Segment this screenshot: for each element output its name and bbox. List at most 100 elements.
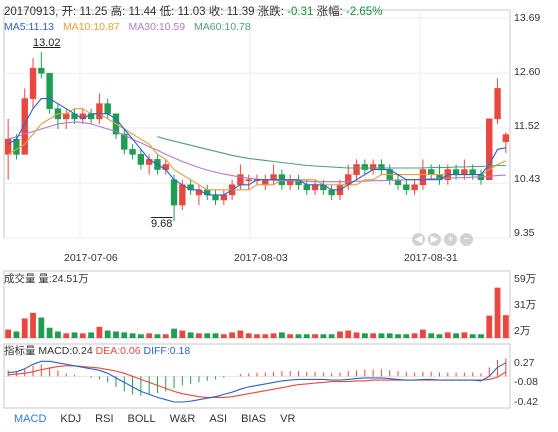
candle-body <box>220 194 228 201</box>
candle-body <box>38 67 45 74</box>
zoom-controls: ◀ ▶ + − <box>412 233 473 246</box>
volume-bar <box>461 332 468 338</box>
price-axis-label: 10.43 <box>514 173 541 185</box>
tab-macd[interactable]: MACD <box>14 413 46 425</box>
dea-value: DEA:0.06 <box>95 345 141 357</box>
candle-body <box>452 169 460 175</box>
volume-bar <box>502 315 509 338</box>
volume-bar <box>254 334 260 338</box>
quote-info-bar: 20170913, 开: 11.25 高: 11.44 低: 11.03 收: … <box>4 6 383 18</box>
candle-body <box>361 164 369 170</box>
candle-body <box>311 184 319 191</box>
tab-wr[interactable]: W&R <box>170 413 196 425</box>
stock-chart-app: 20170913, 开: 11.25 高: 11.44 低: 11.03 收: … <box>0 0 558 432</box>
candle-body <box>419 169 427 186</box>
candle-body <box>494 88 501 120</box>
volume-axis-label: 59万 <box>514 273 537 285</box>
candle-body <box>411 184 418 191</box>
tab-asi[interactable]: ASI <box>209 413 227 425</box>
candle-body <box>262 179 269 186</box>
ma5-legend: MA5:11.13 <box>4 21 55 33</box>
ma60-legend: MA60:10.78 <box>194 21 251 33</box>
volume-bar <box>204 333 211 338</box>
candle-body <box>403 184 410 191</box>
ma30-legend: MA30:10.59 <box>128 21 186 33</box>
tab-vr[interactable]: VR <box>280 413 295 425</box>
diff-value: DIFF:0.18 <box>143 345 191 357</box>
quote-open: 11.25 <box>79 6 108 18</box>
candle-body <box>245 179 252 182</box>
candle-body <box>212 194 219 201</box>
macd-axis-label: -0.08 <box>514 376 538 388</box>
date-axis-label: 2017-07-06 <box>64 252 118 264</box>
volume-bar <box>287 334 294 338</box>
dea-line <box>8 365 507 398</box>
candle-body <box>46 72 53 110</box>
volume-bar <box>386 333 393 338</box>
macd-value: MACD:0.24 <box>38 345 93 357</box>
volume-bar <box>38 317 45 338</box>
volume-bar <box>278 332 285 338</box>
quote-low: 11.03 <box>177 6 206 18</box>
chart-canvas <box>3 9 511 409</box>
candle-body <box>427 169 435 175</box>
volume-bar <box>303 334 310 338</box>
volume-bar <box>378 333 385 338</box>
candle-body <box>96 103 103 120</box>
volume-bar <box>237 330 244 338</box>
volume-bar <box>212 333 219 338</box>
volume-bar <box>337 331 343 338</box>
volume-bar <box>444 332 451 338</box>
volume-bar <box>30 312 36 338</box>
candle-body <box>104 103 111 115</box>
volume-bar <box>361 333 368 338</box>
volume-bar <box>13 331 20 338</box>
volume-bar <box>428 333 435 338</box>
volume-bar <box>146 333 153 338</box>
scroll-right-icon[interactable]: ▶ <box>428 233 441 246</box>
volume-axis-label: 2万 <box>514 325 531 337</box>
volume-bar <box>196 333 202 338</box>
candle-body <box>369 164 377 170</box>
scroll-left-icon[interactable]: ◀ <box>412 233 425 246</box>
ma-legend: MA5:11.13 MA10:10.87 MA30:10.59 MA60:10.… <box>4 21 257 33</box>
volume-bar <box>129 333 136 338</box>
zoom-out-icon[interactable]: − <box>460 233 473 246</box>
volume-bar <box>453 333 459 338</box>
candle-body <box>129 148 136 155</box>
ma60-line <box>157 136 506 169</box>
candle-body <box>270 174 277 181</box>
candle-body <box>170 179 178 206</box>
tab-bias[interactable]: BIAS <box>241 413 266 425</box>
volume-bar <box>5 329 12 338</box>
candle-body <box>29 67 37 99</box>
date-axis-label: 2017-08-31 <box>404 252 458 264</box>
volume-bar <box>96 326 103 338</box>
volume-bar <box>46 327 53 338</box>
volume-bar <box>179 330 186 338</box>
indicator-title-bar: 指标量 MACD:0.24 DEA:0.06 DIFF:0.18 <box>4 343 190 358</box>
candle-body <box>137 154 145 165</box>
macd-axis-label: 0.27 <box>514 357 535 369</box>
tab-boll[interactable]: BOLL <box>128 413 156 425</box>
volume-bar <box>494 287 501 338</box>
candle-body <box>4 138 12 155</box>
volume-bar <box>353 332 360 338</box>
volume-bar <box>436 334 443 338</box>
candle-body <box>461 169 468 175</box>
indicator-tabs: MACD KDJ RSI BOLL W&R ASI BIAS VR <box>14 413 295 425</box>
volume-bar <box>71 332 78 338</box>
volume-bar <box>245 333 252 338</box>
tab-rsi[interactable]: RSI <box>95 413 113 425</box>
price-axis-label: 9.35 <box>514 227 535 239</box>
volume-bar <box>312 334 318 338</box>
candle-body <box>237 174 244 186</box>
volume-bar <box>113 331 119 338</box>
quote-high: 11.44 <box>128 6 157 18</box>
tab-kdj[interactable]: KDJ <box>60 413 81 425</box>
volume-bar <box>320 334 327 338</box>
volume-bar <box>478 334 484 338</box>
zoom-in-icon[interactable]: + <box>444 233 457 246</box>
volume-bar <box>411 333 418 338</box>
volume-bar <box>220 334 227 338</box>
